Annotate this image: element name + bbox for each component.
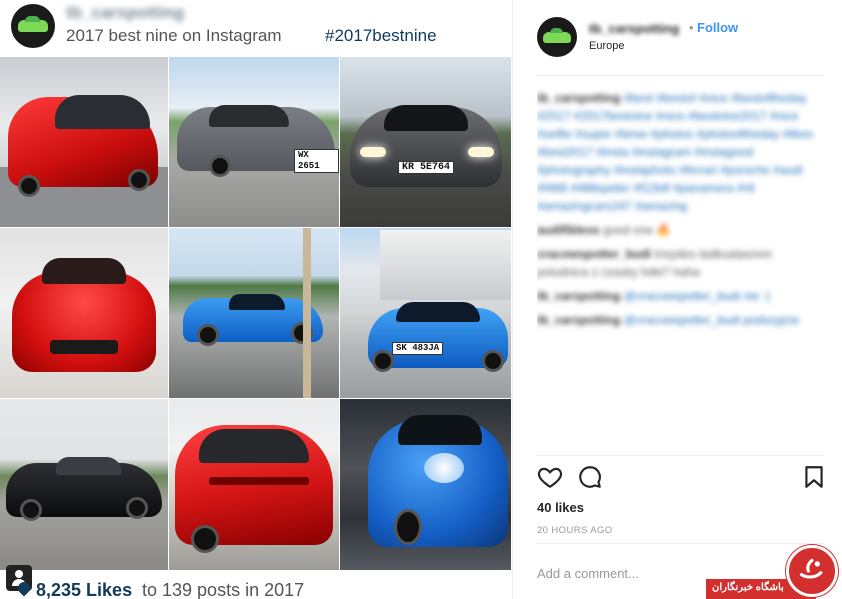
bookmark-icon[interactable] [801, 464, 827, 490]
collage-hashtag: #2017bestnine [325, 26, 437, 45]
post-avatar[interactable] [537, 17, 577, 57]
comment-text[interactable]: @cracowspotter_budi nie :) [624, 289, 770, 303]
comment-item: tb_carspotting @cracowspotter_budi podsz… [537, 311, 823, 329]
comment-text[interactable]: #best #bestof #nice #bestoftheday [624, 91, 807, 105]
collage-avatar [11, 4, 55, 48]
comment-icon[interactable] [577, 464, 603, 490]
license-plate: KR 5E764 [398, 161, 455, 174]
comment-item: tb_carspotting @cracowspotter_budi nie :… [537, 287, 823, 305]
follow-button[interactable]: Follow [697, 20, 738, 35]
photo-tile-red-porsche-showroom [0, 57, 169, 228]
comment-item: audifibless good one 🔥 [537, 221, 823, 239]
license-plate: SK 483JA [392, 342, 444, 355]
comment-item: cracowspotter_budi Insydes tadkuatasrem … [537, 245, 823, 281]
photo-tile-blue-ferrari-road [169, 228, 340, 399]
post-sidebar: tb_carspotting • Follow Europe tb_carspo… [512, 0, 842, 599]
post-location[interactable]: Europe [589, 40, 624, 52]
collage-likes: 8,235 Likes [36, 580, 133, 599]
heart-icon[interactable] [537, 464, 563, 490]
comment-username[interactable]: tb_carspotting [537, 289, 620, 303]
comment-tags[interactable]: #2017 #2017bestnine #nice #bestnine2017 … [537, 109, 813, 213]
comments-list: tb_carspotting #best #bestof #nice #best… [537, 89, 823, 449]
watermark-logo-icon [799, 558, 823, 579]
watermark-logo [786, 545, 838, 597]
best-nine-collage[interactable]: tb_carspotting 2017 best nine on Instagr… [0, 0, 512, 599]
license-plate: WX 2651 [294, 149, 339, 173]
collage-footer-text: to 139 posts in 2017 [142, 580, 305, 599]
header-divider [537, 75, 823, 76]
post-timestamp[interactable]: 20 HOURS AGO [537, 525, 613, 536]
comment-username[interactable]: tb_carspotting [537, 313, 620, 327]
comment-username[interactable]: tb_carspotting [537, 91, 620, 105]
collage-username: tb_carspotting [66, 3, 185, 22]
photo-tile-blue-ferrari-dealer: SK 483JA [340, 228, 512, 399]
photo-tile-grey-panamera: WX 2651 [169, 57, 340, 228]
post-username[interactable]: tb_carspotting [589, 21, 679, 36]
likes-count[interactable]: 40 likes [537, 500, 584, 515]
post-actions [537, 464, 823, 492]
photo-tile-blue-porsche-911 [340, 399, 512, 571]
watermark-text: باشگاه خبرنگاران [712, 582, 784, 593]
comment-username[interactable]: audifibless [537, 223, 600, 237]
photo-grid: WX 2651 KR 5E764 SK 483JA [0, 57, 512, 571]
separator-dot: • [689, 20, 694, 35]
comment-text[interactable]: @cracowspotter_budi podszyjcie [624, 313, 800, 327]
photo-tile-audi-r8: KR 5E764 [340, 57, 512, 228]
comment-username[interactable]: cracowspotter_budi [537, 247, 651, 261]
caption-comment: tb_carspotting #best #bestof #nice #best… [537, 89, 823, 215]
photo-tile-red-ferrari-front [0, 228, 169, 399]
collage-title: 2017 best nine on Instagram [66, 26, 282, 45]
comment-text: good one 🔥 [603, 223, 672, 237]
comment-divider [537, 543, 823, 544]
actions-divider [537, 455, 823, 456]
collage-header: tb_carspotting 2017 best nine on Instagr… [0, 0, 512, 56]
photo-tile-black-ferrari [0, 399, 169, 571]
photo-tile-red-panamera-rear [169, 399, 340, 571]
